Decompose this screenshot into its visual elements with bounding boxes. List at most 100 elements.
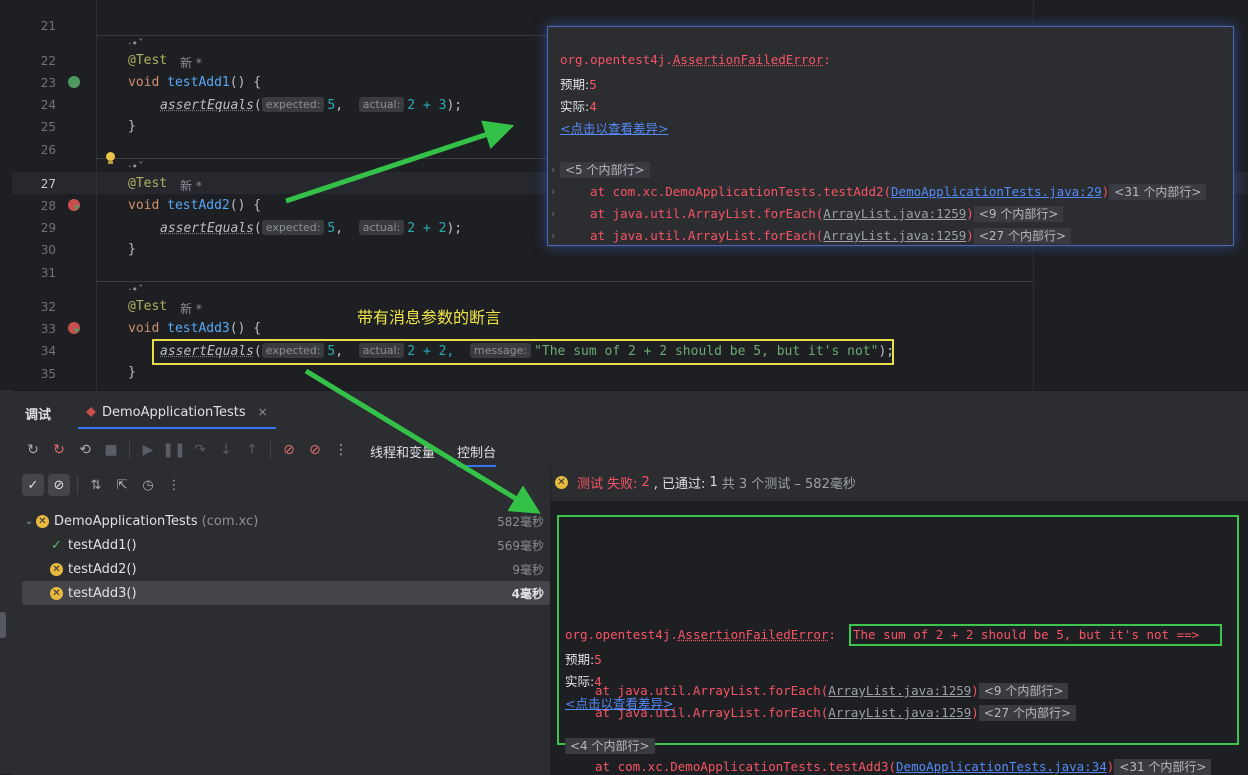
line-number: 21	[40, 19, 56, 33]
line-number: 23	[40, 76, 56, 90]
tab-demo-application-tests[interactable]: DemoApplicationTests ×	[78, 397, 276, 429]
step-out-icon[interactable]: ↑	[241, 439, 263, 461]
tree-duration: 9毫秒	[512, 562, 544, 577]
mute-breakpoints-icon[interactable]: ⊘	[304, 439, 326, 461]
code-line: @Test	[128, 53, 167, 68]
code-vision-author[interactable]: ·•ˇ	[128, 283, 144, 296]
error-class-link[interactable]: AssertionFailedError	[673, 52, 824, 67]
show-passed-icon[interactable]: ✓	[22, 474, 44, 496]
fold-chevron-icon[interactable]: ›	[551, 207, 555, 220]
line-number: 35	[40, 367, 56, 381]
line-number: 34	[40, 344, 56, 358]
method-call[interactable]: assertEquals	[160, 98, 254, 113]
close-icon[interactable]: ×	[258, 405, 268, 419]
rerun-failed-icon[interactable]: ↻	[48, 439, 70, 461]
code-punct: }	[128, 119, 136, 134]
method-call[interactable]: assertEquals	[160, 221, 254, 236]
keyword: void	[128, 321, 160, 336]
code-punct: () {	[229, 321, 262, 336]
console-output[interactable]: org.opentest4j.AssertionFailedError: The…	[551, 501, 1248, 775]
frame-text: )	[971, 705, 979, 720]
run-test-failed-icon[interactable]	[68, 322, 80, 334]
step-into-icon[interactable]: ↓	[215, 439, 237, 461]
folded-lines[interactable]: <27 个内部行>	[973, 228, 1072, 244]
code-line: void testAdd2() {	[128, 198, 261, 213]
frame-source-link[interactable]: DemoApplicationTests.java:34	[896, 759, 1107, 774]
passed-label: , 已通过:	[653, 477, 706, 492]
error-header: org.opentest4j.AssertionFailedError:	[560, 52, 831, 67]
line-number: 31	[40, 266, 56, 280]
error-tooltip-popup[interactable]: org.opentest4j.AssertionFailedError: 预期:…	[547, 26, 1234, 246]
pause-icon[interactable]: ❚❚	[162, 439, 185, 461]
stop-icon[interactable]: ■	[100, 439, 122, 461]
resume-icon[interactable]: ▶	[137, 439, 159, 461]
view-breakpoints-icon[interactable]: ⊘	[278, 439, 300, 461]
tab-threads-variables[interactable]: 线程和变量	[370, 431, 435, 467]
sort-icon[interactable]: ⇅	[85, 474, 107, 496]
line-number: 24	[40, 98, 56, 112]
run-test-failed-icon[interactable]	[68, 199, 80, 211]
number-literal: 5	[327, 221, 336, 236]
folded-lines[interactable]: <31 个内部行>	[1109, 184, 1207, 200]
code-vision-author[interactable]: ·•ˇ	[128, 37, 144, 50]
code-line: }	[128, 365, 136, 380]
frame-source-link[interactable]: ArrayList.java:1259	[828, 683, 971, 698]
method-name[interactable]: testAdd2	[167, 198, 230, 213]
assertion-message-text: The sum of 2 + 2 should be 5, but it's n…	[853, 627, 1200, 642]
fold-chevron-icon[interactable]: ›	[551, 185, 555, 198]
code-vision-author[interactable]: ·•ˇ	[128, 160, 144, 173]
tree-row-test-selected[interactable]: ✕ testAdd3() 4毫秒	[22, 581, 550, 605]
folded-lines[interactable]: <9 个内部行>	[978, 683, 1069, 699]
folded-lines[interactable]: <31 个内部行>	[1114, 759, 1212, 775]
rerun-icon[interactable]: ↻	[22, 439, 44, 461]
frame-text: at java.util.ArrayList.forEach(	[590, 228, 824, 243]
method-name[interactable]: testAdd1	[167, 75, 230, 90]
step-over-icon[interactable]: ↷	[189, 439, 211, 461]
more-options-icon[interactable]: ⋮	[330, 439, 352, 461]
folded-lines[interactable]: <5 个内部行>	[560, 162, 650, 178]
error-package: org.opentest4j.	[565, 627, 678, 642]
frame-source-link[interactable]: ArrayList.java:1259	[823, 206, 966, 221]
fold-chevron-icon[interactable]: ›	[551, 163, 555, 176]
frame-text: at com.xc.DemoApplicationTests.testAdd3(	[595, 759, 897, 774]
line-number: 33	[40, 322, 56, 336]
tree-row-suite[interactable]: ⌄ ✕ DemoApplicationTests (com.xc) 582毫秒	[22, 509, 550, 533]
chevron-down-icon[interactable]: ⌄	[22, 516, 36, 527]
error-class-link[interactable]: AssertionFailedError	[678, 627, 829, 642]
show-ignored-icon[interactable]: ⊘	[48, 474, 70, 496]
view-diff-link[interactable]: <点击以查看差异>	[560, 121, 668, 136]
tree-row-test[interactable]: ✕ testAdd2() 9毫秒	[22, 557, 550, 581]
indent-guide	[96, 0, 97, 390]
diff-row: <点击以查看差异>	[560, 118, 668, 137]
actual-label: 实际:	[560, 99, 590, 114]
collapse-icon[interactable]: ⇱	[111, 474, 133, 496]
more-options-icon[interactable]: ⋮	[163, 474, 185, 496]
number-literal: 2 + 2	[407, 221, 447, 236]
new-code-marker: 新 *	[180, 179, 202, 193]
run-test-passed-icon[interactable]	[68, 76, 80, 88]
frame-source-link[interactable]: ArrayList.java:1259	[823, 228, 966, 243]
toolbar-separator	[129, 441, 130, 459]
fold-row: <5 个内部行>	[560, 161, 650, 178]
history-icon[interactable]: ◷	[137, 474, 159, 496]
annotation: @Test	[128, 299, 168, 314]
tree-duration: 4毫秒	[511, 586, 544, 601]
test-failed-icon: ✕	[50, 586, 63, 600]
tab-console[interactable]: 控制台	[457, 431, 497, 467]
code-line: void testAdd1() {	[128, 75, 261, 90]
status-summary: 共 3 个测试 – 582毫秒	[721, 477, 856, 492]
folded-lines[interactable]: <4 个内部行>	[565, 738, 655, 754]
method-name[interactable]: testAdd3	[167, 321, 230, 336]
frame-text: )	[966, 228, 974, 243]
stack-frame: at com.xc.DemoApplicationTests.testAdd3(…	[595, 758, 1212, 775]
toggle-auto-test-icon[interactable]: ⟲	[74, 439, 96, 461]
folded-lines[interactable]: <27 个内部行>	[978, 705, 1077, 721]
line-number: 32	[40, 300, 56, 314]
folded-lines[interactable]: <9 个内部行>	[973, 206, 1064, 222]
annotation: @Test	[128, 176, 168, 191]
tree-row-test[interactable]: ✓ testAdd1() 569毫秒	[22, 533, 550, 557]
fold-chevron-icon[interactable]: ›	[551, 229, 555, 242]
frame-source-link[interactable]: DemoApplicationTests.java:29	[891, 184, 1102, 199]
frame-source-link[interactable]: ArrayList.java:1259	[828, 705, 971, 720]
lightbulb-icon[interactable]	[106, 152, 115, 164]
